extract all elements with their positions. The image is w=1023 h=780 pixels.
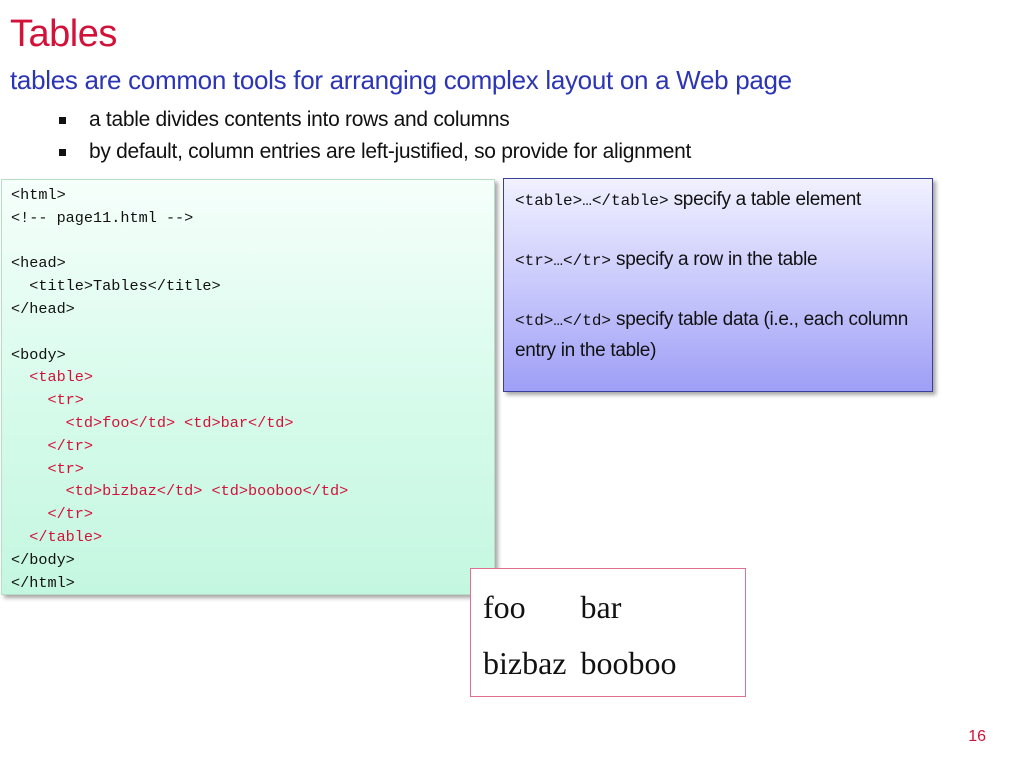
code-line: <body>: [11, 345, 66, 364]
table-cell: booboo: [580, 644, 677, 681]
rendered-output-box: foo bar bizbaz booboo: [470, 568, 746, 697]
code-line: </body>: [11, 550, 75, 569]
table-cell: bar: [580, 588, 622, 625]
code-line-highlighted: </tr>: [11, 505, 94, 524]
table-cell: bizbaz: [483, 644, 567, 681]
bullet-item: a table divides contents into rows and c…: [57, 104, 691, 136]
code-line-highlighted: <tr>: [11, 459, 84, 478]
code-line: <!-- page11.html -->: [11, 208, 194, 227]
code-line-highlighted: </tr>: [11, 436, 94, 455]
table-row: foo bar: [479, 579, 681, 635]
bullet-text: by default, column entries are left-just…: [89, 140, 692, 163]
page-number: 16: [968, 728, 986, 745]
tag-explanation-box: <table>…</table> specify a table element…: [503, 178, 933, 392]
code-line: <html>: [11, 186, 66, 204]
slide-subtitle: tables are common tools for arranging co…: [10, 65, 792, 95]
square-bullet-icon: [59, 149, 66, 156]
code-example-box: <html> <!-- page11.html --> <head> <titl…: [1, 179, 495, 595]
code-line-highlighted: <td>foo</td> <td>bar</td>: [11, 413, 294, 432]
bullet-text: a table divides contents into rows and c…: [89, 108, 510, 131]
code-line: </head>: [11, 299, 75, 318]
info-item-tr: <tr>…</tr> specify a row in the table: [515, 245, 921, 276]
info-item-table: <table>…</table> specify a table element: [515, 185, 921, 216]
tag-code: <td>…</td>: [515, 312, 612, 330]
code-line-highlighted: <tr>: [11, 391, 84, 410]
info-text: specify a table element: [668, 189, 862, 210]
slide-title: Tables: [10, 13, 117, 55]
info-item-td: <td>…</td> specify table data (i.e., eac…: [515, 305, 921, 365]
code-line: <head>: [11, 254, 66, 273]
info-text: specify a row in the table: [611, 249, 818, 270]
rendered-table: foo bar bizbaz booboo: [479, 579, 681, 691]
code-line-highlighted: <td>bizbaz</td> <td>booboo</td>: [11, 482, 349, 501]
code-line: </html>: [11, 573, 75, 592]
bullet-item: by default, column entries are left-just…: [57, 136, 691, 168]
table-row: bizbaz booboo: [479, 635, 681, 691]
tag-code: <table>…</table>: [515, 192, 669, 210]
square-bullet-icon: [59, 117, 66, 124]
bullet-list: a table divides contents into rows and c…: [57, 104, 691, 168]
code-line: <title>Tables</title>: [11, 277, 221, 296]
table-cell: foo: [483, 588, 526, 625]
code-line-highlighted: <table>: [11, 368, 94, 387]
code-line-highlighted: </table>: [11, 527, 103, 546]
tag-code: <tr>…</tr>: [515, 252, 612, 270]
